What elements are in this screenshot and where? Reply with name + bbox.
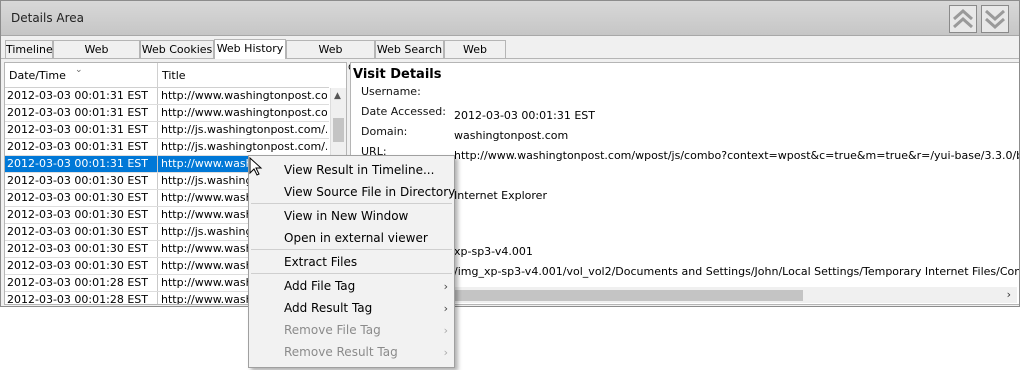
cell-datetime: 2012-03-03 00:01:30 EST xyxy=(5,173,158,189)
details-area-panel: Details Area Timeline Web Bookmarks Web … xyxy=(0,0,1020,307)
menu-item-label: Add Result Tag xyxy=(284,301,373,315)
table-header: Date/Time ⌄ Title xyxy=(5,63,329,88)
column-label: Date/Time xyxy=(9,69,66,82)
cell-datetime: 2012-03-03 00:01:30 EST xyxy=(5,241,158,257)
menu-item-label: View in New Window xyxy=(284,209,409,223)
submenu-arrow-icon: › xyxy=(443,346,448,359)
menu-item-remove-file-tag: Remove File Tag › xyxy=(249,320,454,341)
path-value: /img_xp-sp3-v4.001/vol_vol2/Documents an… xyxy=(454,265,1020,278)
menu-separator xyxy=(251,273,452,274)
cell-datetime: 2012-03-03 00:01:28 EST xyxy=(5,275,158,291)
menu-item-label: View Result in Timeline... xyxy=(284,163,435,177)
tab-web-history[interactable]: Web History xyxy=(214,39,286,59)
cell-datetime: 2012-03-03 00:01:30 EST xyxy=(5,190,158,206)
cell-title: http://www.washingtonpost.co... xyxy=(161,89,327,102)
column-header-datetime[interactable]: Date/Time ⌄ xyxy=(5,63,158,87)
tab-timeline[interactable]: Timeline xyxy=(5,40,53,58)
column-header-title[interactable]: Title xyxy=(158,63,329,87)
context-menu: View Result in Timeline... View Source Fi… xyxy=(248,155,455,368)
table-row[interactable]: 2012-03-03 00:01:31 EST http://js.washing… xyxy=(5,139,329,156)
date-accessed-value: 2012-03-03 00:01:31 EST xyxy=(454,109,595,122)
cell-datetime: 2012-03-03 00:01:31 EST xyxy=(5,139,158,155)
double-chevron-down-icon xyxy=(985,9,1005,30)
mouse-cursor-icon xyxy=(249,157,263,176)
menu-item-label: Open in external viewer xyxy=(284,231,428,245)
menu-separator xyxy=(251,249,452,250)
details-area-titlebar: Details Area xyxy=(1,1,1019,36)
menu-item-open-in-external-viewer[interactable]: Open in external viewer xyxy=(249,228,454,249)
submenu-arrow-icon: › xyxy=(443,324,448,337)
double-chevron-up-icon xyxy=(953,8,973,29)
table-row[interactable]: 2012-03-03 00:01:31 EST http://www.washin… xyxy=(5,88,329,105)
username-label: Username: xyxy=(361,85,421,98)
menu-item-view-in-new-window[interactable]: View in New Window xyxy=(249,206,454,227)
visit-details-heading: Visit Details xyxy=(353,67,442,82)
tab-strip-border xyxy=(1,58,1019,59)
tab-web-cache[interactable]: Web Cache xyxy=(444,40,506,73)
cell-datetime: 2012-03-03 00:01:31 EST xyxy=(5,88,158,104)
table-row[interactable]: 2012-03-03 00:01:31 EST http://www.washin… xyxy=(5,105,329,122)
menu-item-remove-result-tag: Remove Result Tag › xyxy=(249,342,454,363)
tab-web-search[interactable]: Web Search xyxy=(375,40,444,58)
tab-web-cookies[interactable]: Web Cookies xyxy=(140,40,214,58)
scroll-right-icon[interactable]: › xyxy=(1007,288,1011,301)
menu-item-label: Extract Files xyxy=(284,255,358,269)
domain-label: Domain: xyxy=(361,125,408,138)
table-row[interactable]: 2012-03-03 00:01:31 EST http://js.washing… xyxy=(5,122,329,139)
panel-title: Details Area xyxy=(11,11,85,25)
menu-item-label: View Source File in Directory xyxy=(284,185,456,199)
cell-datetime: 2012-03-03 00:01:28 EST xyxy=(5,292,158,304)
date-accessed-label: Date Accessed: xyxy=(361,105,446,118)
scroll-up-icon[interactable]: ▲ xyxy=(334,91,341,101)
cell-datetime: 2012-03-03 00:01:31 EST xyxy=(5,122,158,138)
cell-title: http://www.washingtonpost.co... xyxy=(161,106,327,119)
menu-item-add-result-tag[interactable]: Add Result Tag › xyxy=(249,298,454,319)
scrollbar-thumb[interactable] xyxy=(333,118,344,142)
url-value: http://www.washingtonpost.com/wpost/js/c… xyxy=(454,149,1019,162)
cell-title: http://js.washingtonpost.com/... xyxy=(161,123,327,136)
cell-datetime: 2012-03-03 00:01:31 EST xyxy=(5,105,158,121)
tab-web-bookmarks[interactable]: Web Bookmarks xyxy=(53,40,140,73)
program-value: Internet Explorer xyxy=(454,189,547,202)
menu-item-label: Add File Tag xyxy=(284,279,356,293)
menu-item-view-result-in-timeline[interactable]: View Result in Timeline... xyxy=(249,160,454,181)
menu-item-label: Remove Result Tag xyxy=(284,345,398,359)
menu-separator xyxy=(251,203,452,204)
column-label: Title xyxy=(162,69,186,82)
submenu-arrow-icon: › xyxy=(443,280,448,293)
collapse-up-button[interactable] xyxy=(949,5,977,33)
tab-web-downloads[interactable]: Web Downloads xyxy=(286,40,375,73)
menu-item-view-source-file-in-directory[interactable]: View Source File in Directory xyxy=(249,182,456,203)
cell-datetime: 2012-03-03 00:01:30 EST xyxy=(5,224,158,240)
menu-item-extract-files[interactable]: Extract Files xyxy=(249,252,454,273)
data-source-value: xp-sp3-v4.001 xyxy=(454,245,533,258)
expand-down-button[interactable] xyxy=(981,5,1009,33)
cell-datetime: 2012-03-03 00:01:31 EST xyxy=(5,156,158,172)
cell-datetime: 2012-03-03 00:01:30 EST xyxy=(5,258,158,274)
sort-descending-icon: ⌄ xyxy=(75,65,83,75)
menu-item-label: Remove File Tag xyxy=(284,323,381,337)
cell-title: http://js.washingtonpost.com/... xyxy=(161,140,327,153)
menu-item-add-file-tag[interactable]: Add File Tag › xyxy=(249,276,454,297)
cell-datetime: 2012-03-03 00:01:30 EST xyxy=(5,207,158,223)
submenu-arrow-icon: › xyxy=(443,302,448,315)
domain-value: washingtonpost.com xyxy=(454,129,569,142)
